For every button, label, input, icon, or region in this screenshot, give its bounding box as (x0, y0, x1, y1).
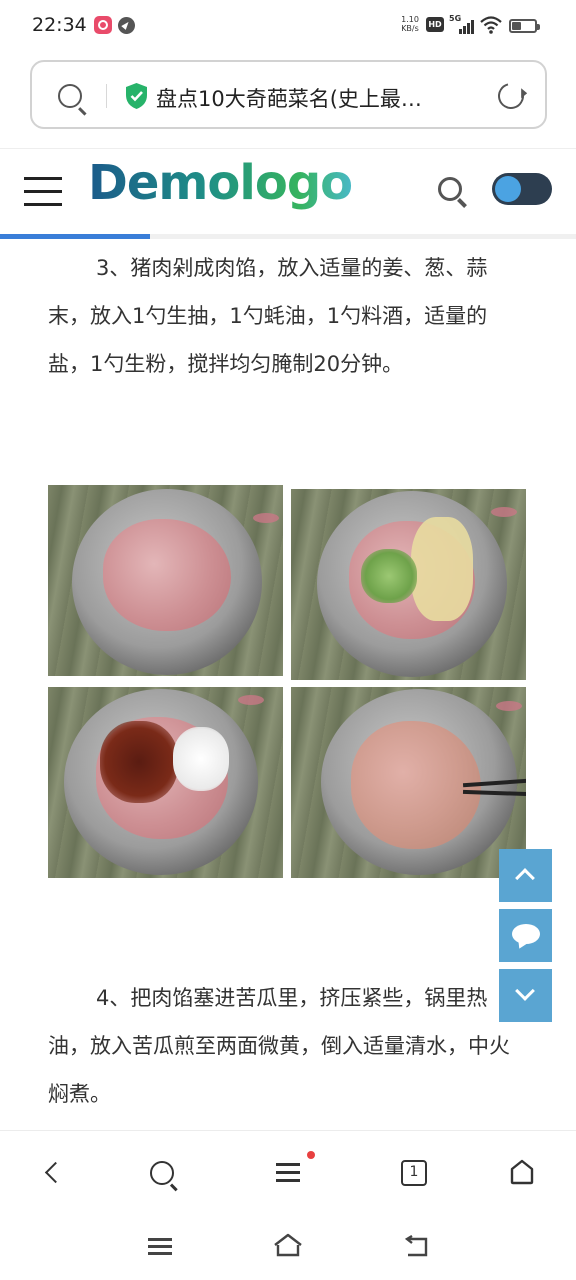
recipe-photo-grid (48, 485, 528, 878)
reload-icon[interactable] (493, 78, 529, 114)
browser-toolbar: 1 (0, 1130, 576, 1216)
status-time: 22:34 (32, 14, 87, 36)
recipe-photo-with-sauces[interactable] (48, 687, 283, 878)
article-paragraph-step4: 4、把肉馅塞进苦瓜里，挤压紧些，锅里热油，放入苦瓜煎至两面微黄，倒入适量清水，中… (48, 986, 510, 1106)
cellular-signal-icon: 5G (449, 14, 475, 34)
chevron-down-icon (515, 981, 535, 1001)
reading-progress-fill (0, 234, 150, 239)
divider (106, 84, 107, 108)
wifi-icon (480, 16, 502, 34)
battery-icon (509, 19, 540, 33)
home-icon[interactable] (509, 1159, 535, 1185)
hd-icon: HD (426, 17, 444, 32)
system-navigation-bar (0, 1216, 576, 1280)
theme-toggle[interactable] (492, 173, 552, 205)
site-header: Demologo (0, 149, 576, 234)
reading-progress-bar (0, 234, 576, 239)
search-icon[interactable] (58, 84, 82, 108)
recent-apps-icon[interactable] (148, 1238, 172, 1256)
recipe-photo-mixed-filling[interactable] (291, 687, 526, 878)
chevron-up-icon (515, 868, 535, 888)
back-icon[interactable] (44, 1161, 67, 1184)
comment-button[interactable] (499, 909, 552, 962)
recipe-photo-with-aromatics[interactable] (291, 489, 526, 680)
article-paragraph-step3: 3、猪肉剁成肉馅，放入适量的姜、葱、蒜末，放入1勺生抽，1勺蚝油，1勺料酒，适量… (48, 256, 488, 376)
signal-label: 5G (449, 14, 462, 23)
system-back-icon[interactable] (402, 1235, 430, 1259)
site-logo[interactable]: Demologo (88, 155, 353, 211)
menu-icon[interactable] (276, 1163, 300, 1183)
app-notification-icon (94, 16, 112, 34)
page-url-title[interactable]: 盘点10大奇葩菜名(史上最… (156, 83, 466, 113)
secure-shield-icon (126, 83, 147, 109)
system-home-icon[interactable] (272, 1233, 304, 1259)
hamburger-menu-icon[interactable] (24, 175, 62, 207)
scroll-to-top-button[interactable] (499, 849, 552, 902)
comment-bubble-icon (512, 924, 540, 944)
site-search-icon[interactable] (438, 177, 462, 201)
recipe-photo-minced-pork[interactable] (48, 485, 283, 676)
network-speed-unit: KB/s (401, 24, 419, 33)
network-speed-value: 1.10 (401, 15, 419, 24)
notification-dot (307, 1151, 315, 1159)
address-bar[interactable]: 盘点10大奇葩菜名(史上最… (30, 60, 547, 129)
network-speed: 1.10 KB/s (399, 15, 421, 33)
scroll-to-bottom-button[interactable] (499, 969, 552, 1022)
status-bar: 22:34 1.10 KB/s HD 5G (0, 0, 576, 52)
tabs-count-icon[interactable]: 1 (401, 1160, 427, 1186)
compass-icon (118, 17, 135, 34)
toolbar-search-icon[interactable] (150, 1161, 174, 1185)
